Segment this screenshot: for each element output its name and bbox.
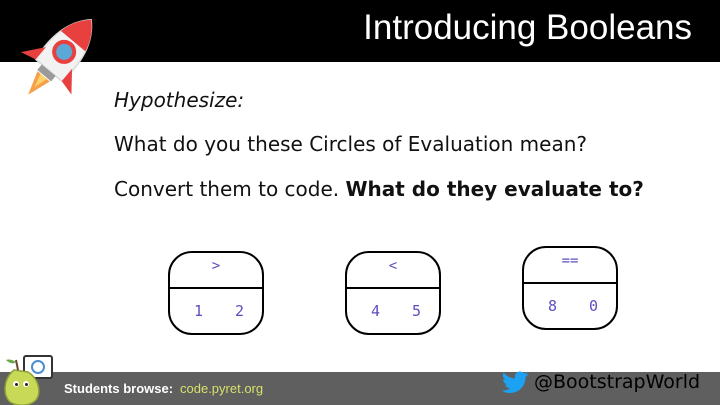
circle-arg-right: 0 — [588, 297, 598, 315]
rocket-icon — [20, 18, 93, 95]
circle-arg-left: 4 — [371, 302, 381, 320]
instruction-plain: Convert them to code. — [114, 177, 346, 201]
footer-link[interactable]: code.pyret.org — [180, 381, 263, 396]
instruction-text: Convert them to code. What do they evalu… — [114, 177, 644, 201]
hypothesize-label: Hypothesize: — [114, 88, 245, 112]
circle-operator: == — [561, 253, 579, 269]
footer-label: Students browse: — [64, 381, 174, 396]
circle-of-evaluation-1: > 1 2 — [168, 251, 264, 335]
circle-of-evaluation-3: == 8 0 — [522, 246, 618, 330]
circle-operator: > — [211, 258, 221, 274]
question-text: What do you these Circles of Evaluation … — [114, 132, 587, 156]
circle-of-evaluation-2: < 4 5 — [345, 251, 441, 335]
pear-mascot-icon — [4, 355, 53, 405]
slide-title: Introducing Booleans — [363, 8, 692, 47]
twitter-bird-icon — [501, 371, 529, 393]
instruction-bold: What do they evaluate to? — [345, 177, 644, 201]
twitter-handle[interactable]: @BootstrapWorld — [534, 371, 700, 393]
circle-arg-right: 5 — [411, 302, 421, 320]
circle-divider — [170, 287, 262, 289]
circle-arg-right: 2 — [234, 302, 244, 320]
circle-arg-left: 1 — [194, 302, 204, 320]
circle-divider — [347, 287, 439, 289]
circle-operator: < — [388, 258, 398, 274]
circle-divider — [524, 282, 616, 284]
circle-arg-left: 8 — [548, 297, 558, 315]
